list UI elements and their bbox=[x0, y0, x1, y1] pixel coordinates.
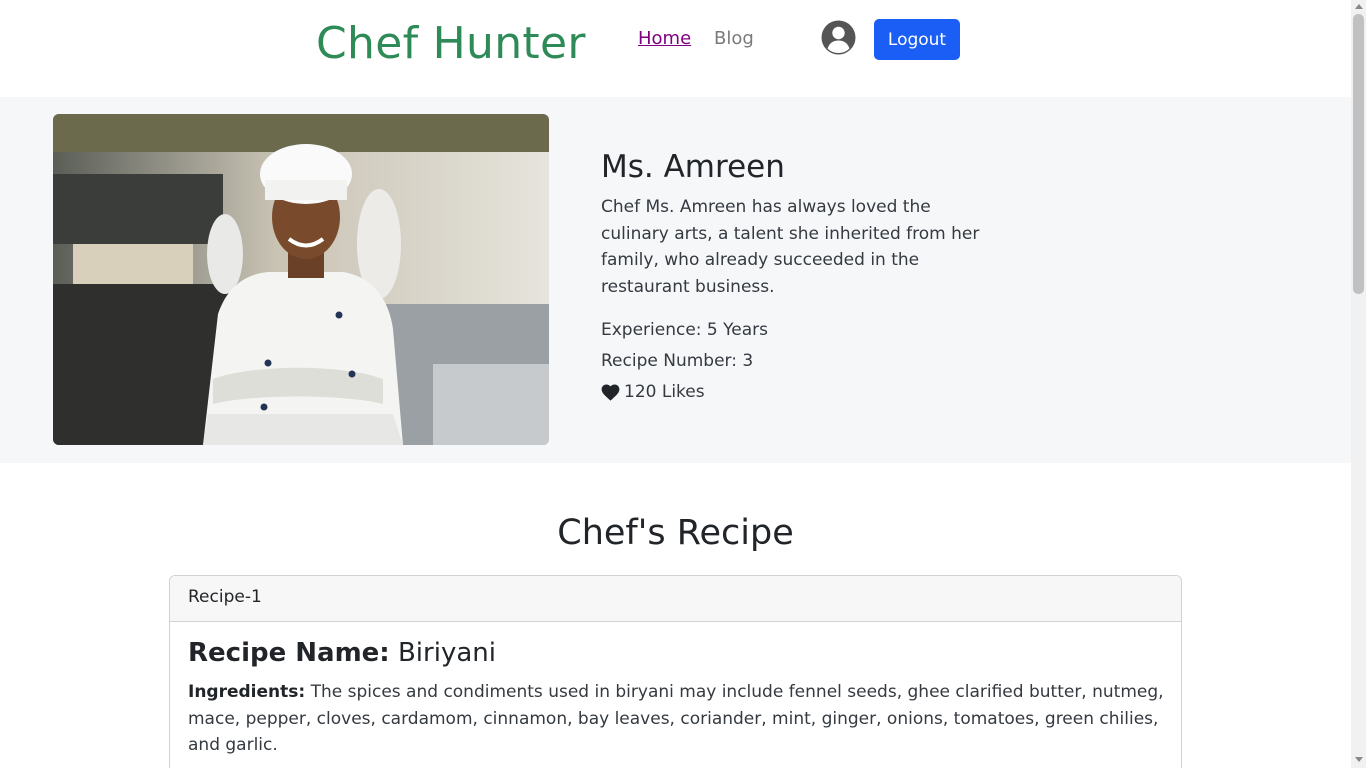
logout-button[interactable]: Logout bbox=[874, 19, 960, 60]
chef-likes: 120 Likes bbox=[601, 382, 705, 402]
chef-experience: Experience: 5 Years bbox=[601, 320, 769, 340]
nav-link-home[interactable]: Home bbox=[638, 28, 691, 49]
chef-photo bbox=[53, 114, 549, 445]
chef-bio: Chef Ms. Amreen has always loved the cul… bbox=[601, 197, 980, 297]
brand-logo[interactable]: Chef Hunter bbox=[316, 18, 586, 69]
scroll-down-arrow-icon[interactable] bbox=[1355, 757, 1363, 762]
scroll-up-arrow-icon[interactable] bbox=[1355, 4, 1363, 9]
heart-icon[interactable] bbox=[601, 383, 620, 401]
chef-name: Ms. Amreen bbox=[601, 149, 785, 185]
recipe-ingredients: Ingredients: The spices and condiments u… bbox=[188, 679, 1168, 759]
scroll-thumb[interactable] bbox=[1353, 14, 1364, 294]
recipe-card-header: Recipe-1 bbox=[170, 576, 1181, 622]
navbar: Chef Hunter Home Blog Logout bbox=[0, 0, 1351, 97]
user-avatar-icon[interactable] bbox=[821, 20, 856, 55]
recipe-name-value: Biriyani bbox=[397, 638, 496, 668]
chef-recipe-number: Recipe Number: 3 bbox=[601, 351, 754, 371]
recipe-name: Recipe Name: Biriyani bbox=[188, 638, 496, 668]
recipe-name-label: Recipe Name: bbox=[188, 638, 390, 668]
recipe-card: Recipe-1 Recipe Name: Biriyani Ingredien… bbox=[169, 575, 1182, 768]
likes-count: 120 Likes bbox=[624, 382, 705, 402]
page-scrollbar[interactable] bbox=[1351, 0, 1366, 768]
nav-link-blog[interactable]: Blog bbox=[714, 28, 754, 49]
ingredients-text: The spices and condiments used in biryan… bbox=[188, 682, 1164, 756]
chef-profile-section: Ms. Amreen Chef Ms. Amreen has always lo… bbox=[0, 97, 1351, 463]
ingredients-label: Ingredients: bbox=[188, 682, 306, 702]
recipes-section-title: Chef's Recipe bbox=[557, 513, 794, 553]
